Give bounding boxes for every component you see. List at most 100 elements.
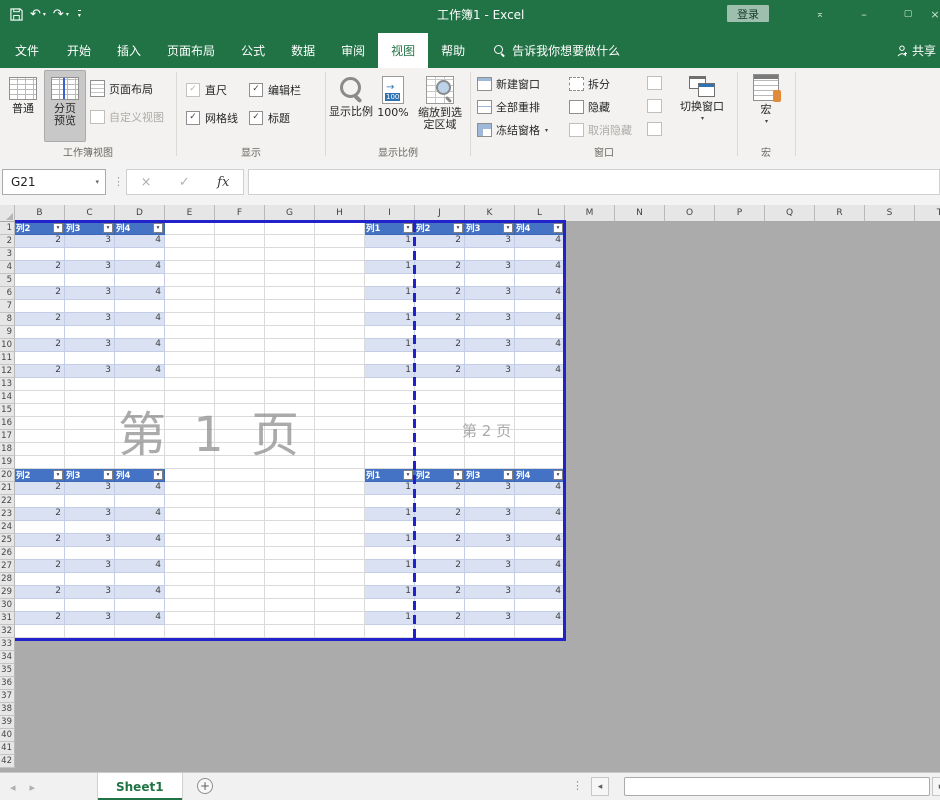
cell[interactable] <box>215 677 265 690</box>
cell[interactable] <box>65 703 115 716</box>
cell[interactable] <box>615 378 665 391</box>
filter-button[interactable]: ▾ <box>103 223 113 233</box>
cell[interactable] <box>515 651 565 664</box>
row-header[interactable]: 9 <box>0 326 15 339</box>
cell[interactable] <box>665 690 715 703</box>
cell[interactable] <box>915 599 940 612</box>
cell[interactable] <box>165 599 215 612</box>
cell[interactable] <box>665 625 715 638</box>
filter-button[interactable]: ▾ <box>453 470 463 480</box>
cell[interactable] <box>565 248 615 261</box>
cell[interactable] <box>165 716 215 729</box>
cell[interactable]: 2 <box>15 365 65 378</box>
cell[interactable] <box>765 638 815 651</box>
cell[interactable] <box>415 495 465 508</box>
cell[interactable] <box>665 456 715 469</box>
filter-button[interactable]: ▾ <box>503 470 513 480</box>
cell[interactable] <box>715 716 765 729</box>
cell[interactable] <box>715 352 765 365</box>
row-header[interactable]: 36 <box>0 677 15 690</box>
cell[interactable] <box>865 313 915 326</box>
cell[interactable]: 4 <box>115 287 165 300</box>
cell[interactable] <box>815 638 865 651</box>
cell[interactable] <box>115 690 165 703</box>
cell[interactable] <box>815 547 865 560</box>
cell[interactable] <box>165 755 215 768</box>
row-header[interactable]: 39 <box>0 716 15 729</box>
cell[interactable] <box>615 625 665 638</box>
cell[interactable] <box>465 495 515 508</box>
cell[interactable] <box>365 378 415 391</box>
cell[interactable] <box>315 521 365 534</box>
cell[interactable] <box>15 443 65 456</box>
cell[interactable]: 3 <box>65 508 115 521</box>
cell[interactable] <box>515 391 565 404</box>
cell[interactable] <box>665 391 715 404</box>
cancel-icon[interactable]: × <box>141 175 152 190</box>
cell[interactable] <box>915 534 940 547</box>
cell[interactable] <box>615 248 665 261</box>
cell[interactable] <box>365 677 415 690</box>
cell[interactable] <box>165 547 215 560</box>
cell[interactable] <box>15 703 65 716</box>
cell[interactable] <box>215 508 265 521</box>
cell[interactable] <box>515 456 565 469</box>
cell[interactable] <box>915 313 940 326</box>
cell[interactable] <box>815 586 865 599</box>
cell[interactable]: 2 <box>415 365 465 378</box>
cell[interactable]: 2 <box>415 482 465 495</box>
row-header[interactable]: 27 <box>0 560 15 573</box>
cell[interactable] <box>815 495 865 508</box>
cell[interactable] <box>315 287 365 300</box>
cell[interactable] <box>265 274 315 287</box>
cell[interactable] <box>165 495 215 508</box>
cell[interactable] <box>265 365 315 378</box>
row-header[interactable]: 40 <box>0 729 15 742</box>
cell[interactable] <box>515 248 565 261</box>
cell[interactable] <box>815 508 865 521</box>
tab-scrollbar-splitter[interactable]: ⋮ <box>572 779 583 792</box>
cell[interactable] <box>765 690 815 703</box>
cell[interactable]: 4 <box>115 365 165 378</box>
row-header[interactable]: 15 <box>0 404 15 417</box>
cell[interactable] <box>765 716 815 729</box>
undo-button[interactable]: ↶▾ <box>30 7 46 22</box>
reset-window-position-button[interactable] <box>647 122 662 136</box>
cell[interactable] <box>315 612 365 625</box>
cell[interactable] <box>15 573 65 586</box>
cell[interactable] <box>315 755 365 768</box>
cell[interactable] <box>665 274 715 287</box>
formula-bar-splitter[interactable]: ⋮ <box>113 175 124 188</box>
cell[interactable] <box>465 547 515 560</box>
cell[interactable] <box>165 352 215 365</box>
cell[interactable]: 4 <box>515 508 565 521</box>
cell[interactable] <box>615 651 665 664</box>
cell[interactable] <box>165 560 215 573</box>
cell[interactable] <box>915 495 940 508</box>
cell[interactable]: 列4▾ <box>515 222 565 235</box>
formula-bar-checkbox[interactable]: ✓ 编辑栏 <box>249 82 301 98</box>
cell[interactable]: 4 <box>115 235 165 248</box>
cell[interactable] <box>215 716 265 729</box>
cell[interactable] <box>265 560 315 573</box>
cell[interactable] <box>815 300 865 313</box>
cell[interactable] <box>615 755 665 768</box>
cell[interactable] <box>515 677 565 690</box>
cell[interactable] <box>465 378 515 391</box>
cell[interactable] <box>615 235 665 248</box>
cell[interactable] <box>565 391 615 404</box>
cell[interactable] <box>765 547 815 560</box>
column-header[interactable]: P <box>715 205 765 222</box>
cell[interactable] <box>115 547 165 560</box>
cell[interactable] <box>765 404 815 417</box>
row-header[interactable]: 17 <box>0 430 15 443</box>
cell[interactable] <box>765 599 815 612</box>
row-header[interactable]: 28 <box>0 573 15 586</box>
cell[interactable] <box>315 482 365 495</box>
cell[interactable] <box>215 573 265 586</box>
cell[interactable] <box>715 261 765 274</box>
cell[interactable] <box>215 651 265 664</box>
cell[interactable] <box>765 313 815 326</box>
cell[interactable] <box>265 469 315 482</box>
cell[interactable] <box>465 352 515 365</box>
